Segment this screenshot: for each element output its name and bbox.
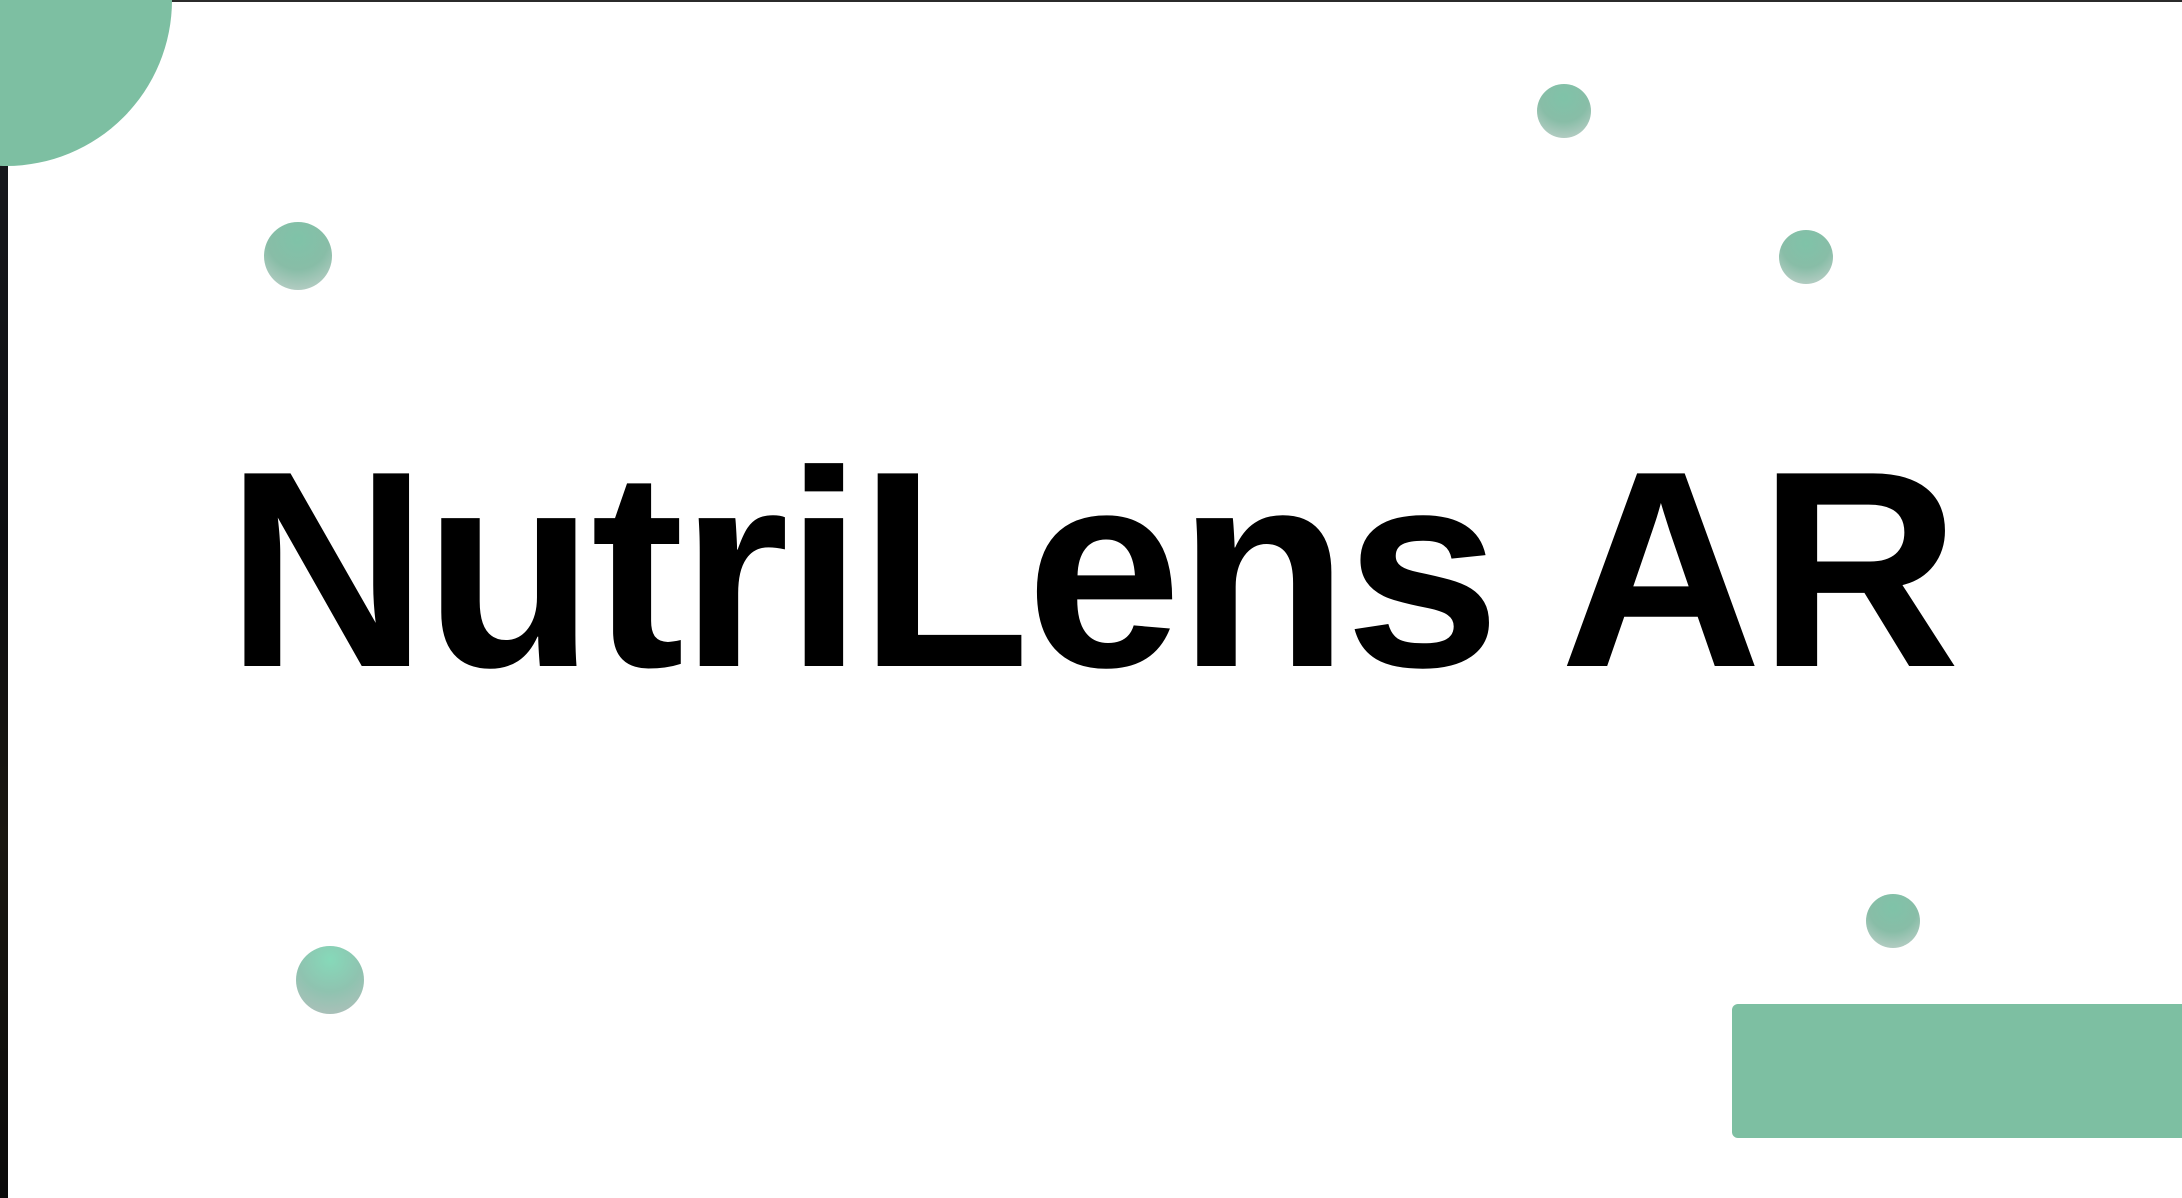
- decorative-corner-circle: [0, 0, 172, 166]
- slide-title: NutriLens AR: [225, 414, 1961, 726]
- decorative-dot: [264, 222, 332, 290]
- decorative-dot: [1779, 230, 1833, 284]
- decorative-dot: [1866, 894, 1920, 948]
- decorative-dot: [296, 946, 364, 1014]
- top-border: [0, 0, 2182, 2]
- decorative-corner-bar: [1732, 1004, 2182, 1138]
- title-slide: NutriLens AR: [0, 0, 2182, 1198]
- decorative-dot: [1537, 84, 1591, 138]
